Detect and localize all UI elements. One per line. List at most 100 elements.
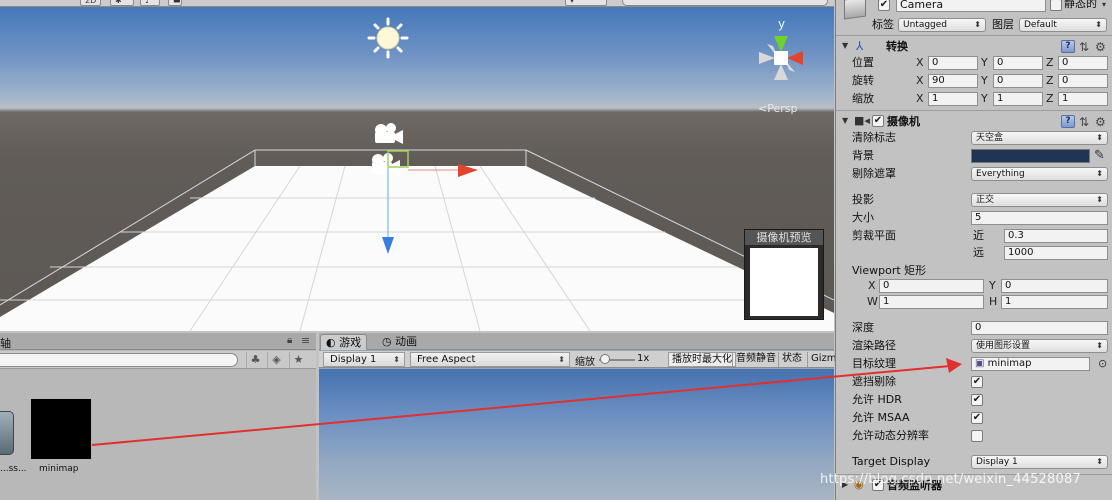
projection-dropdown[interactable]: 正交 ⬍ <box>971 193 1108 207</box>
target-texture-field[interactable]: ▣ minimap <box>971 357 1090 371</box>
viewport-w-field[interactable]: 1 <box>879 295 984 309</box>
animation-clock-icon: ◷ <box>382 335 396 348</box>
mute-audio-button[interactable]: 音频静音 <box>732 352 779 367</box>
scale-slider-thumb[interactable] <box>600 354 610 364</box>
orientation-gizmo[interactable]: y <box>759 17 803 80</box>
far-clip-field[interactable]: 1000 <box>1004 246 1108 260</box>
object-header: ✔ Camera 静态的 ▾ <box>836 0 1112 20</box>
gear-icon[interactable]: ⚙ <box>1095 116 1106 128</box>
axis-x-label[interactable]: X <box>916 56 924 70</box>
scale-z-field[interactable]: 1 <box>1058 92 1108 106</box>
scale-y-field[interactable]: 1 <box>993 92 1043 106</box>
layer-dropdown[interactable]: Default ⬍ <box>1019 18 1107 32</box>
axis-z-label[interactable]: Z <box>1046 74 1054 88</box>
viewport-y-label[interactable]: Y <box>989 279 996 293</box>
camera-preview-panel: 摄像机预览 <box>744 229 824 320</box>
static-checkbox[interactable] <box>1050 0 1062 11</box>
tab-game[interactable]: ◐ 游戏 <box>320 334 368 350</box>
lock-icon[interactable]: 🔒︎ <box>287 335 292 346</box>
axis-x-label[interactable]: X <box>916 74 924 88</box>
search-by-type-icon[interactable]: ♣ <box>246 352 264 368</box>
tab-animation[interactable]: ◷ 动画 <box>377 334 422 350</box>
rotation-z-field[interactable]: 0 <box>1058 74 1108 88</box>
project-tab-label[interactable]: 轴 <box>0 335 11 351</box>
asset-thumbnail[interactable] <box>0 411 14 455</box>
tag-label: 标签 <box>872 18 894 31</box>
position-x-field[interactable]: 0 <box>928 56 978 70</box>
project-search-input[interactable] <box>0 353 238 367</box>
culling-mask-label: 剔除遮罩 <box>852 167 896 180</box>
display-dropdown[interactable]: Display 1 ⬍ <box>323 352 405 367</box>
axis-z-label[interactable]: Z <box>1046 56 1054 70</box>
depth-field[interactable]: 0 <box>971 321 1108 335</box>
search-by-label-icon[interactable]: ◈ <box>267 352 285 368</box>
tag-dropdown[interactable]: Untagged ⬍ <box>898 18 986 32</box>
dynamic-resolution-checkbox[interactable] <box>971 430 983 442</box>
active-checkbox[interactable]: ✔ <box>878 0 890 11</box>
axis-y-label[interactable]: Y <box>981 56 988 70</box>
gear-icon[interactable]: ⚙ <box>1095 41 1106 53</box>
minimap-camera-icon[interactable] <box>372 153 400 176</box>
help-book-icon[interactable]: ? <box>1061 115 1075 128</box>
position-y-field[interactable]: 0 <box>993 56 1043 70</box>
viewport-y-field[interactable]: 0 <box>1001 279 1108 293</box>
favorite-star-icon[interactable]: ★ <box>289 352 307 368</box>
directional-light-icon[interactable] <box>367 17 409 59</box>
size-field[interactable]: 5 <box>971 211 1108 225</box>
stats-button[interactable]: 状态 <box>778 352 805 367</box>
clear-flags-dropdown[interactable]: 天空盒 ⬍ <box>971 131 1108 145</box>
aspect-dropdown[interactable]: Free Aspect ⬍ <box>410 352 570 367</box>
collapse-triangle-icon[interactable]: ▼ <box>842 41 848 50</box>
viewport-x-label[interactable]: X <box>868 279 876 293</box>
scene-view[interactable]: 2D ✱ ♪ ▬ ▾ y <Persp 摄像机预览 <box>0 0 834 331</box>
clipping-far-row: 远 1000 <box>836 245 1112 263</box>
help-book-icon[interactable]: ? <box>1061 40 1075 53</box>
size-row: 大小 5 <box>836 210 1112 228</box>
collapse-triangle-icon[interactable]: ▼ <box>842 116 848 125</box>
maximize-on-play-button[interactable]: 播放时最大化 <box>668 352 736 367</box>
camera-title: 摄像机 <box>887 115 920 128</box>
panel-menu-icon[interactable]: ≡ <box>301 334 310 347</box>
allow-hdr-checkbox[interactable]: ✔ <box>971 394 983 406</box>
preset-icon[interactable]: ⇅ <box>1079 41 1089 53</box>
viewport-h-field[interactable]: 1 <box>1001 295 1108 309</box>
transform-header[interactable]: ▼ ⅄ 转换 ? ⇅ ⚙ <box>836 38 1112 56</box>
object-name-field[interactable]: Camera <box>896 0 1046 12</box>
scale-x-field[interactable]: 1 <box>928 92 978 106</box>
preset-icon[interactable]: ⇅ <box>1079 116 1089 128</box>
object-picker-icon[interactable]: ⊙ <box>1098 357 1107 370</box>
axis-x-label[interactable]: X <box>916 92 924 106</box>
scene-canvas: y <box>0 17 834 331</box>
game-controller-icon: ◐ <box>326 336 340 349</box>
position-z-field[interactable]: 0 <box>1058 56 1108 70</box>
near-clip-field[interactable]: 0.3 <box>1004 229 1108 243</box>
ground-plane <box>0 166 834 331</box>
main-camera-icon[interactable] <box>375 123 403 144</box>
rotation-y-field[interactable]: 0 <box>993 74 1043 88</box>
rotation-x-field[interactable]: 90 <box>928 74 978 88</box>
static-dropdown-arrow-icon[interactable]: ▾ <box>1102 0 1106 9</box>
persp-label[interactable]: <Persp <box>758 102 797 115</box>
rendering-path-dropdown[interactable]: 使用图形设置 ⬍ <box>971 339 1108 353</box>
viewport-w-label[interactable]: W <box>867 295 878 309</box>
camera-preview-title: 摄像机预览 <box>745 230 823 245</box>
camera-enabled-checkbox[interactable]: ✔ <box>872 115 884 127</box>
axis-y-label[interactable]: Y <box>981 92 988 106</box>
culling-mask-dropdown[interactable]: Everything ⬍ <box>971 167 1108 181</box>
background-color-swatch[interactable] <box>971 149 1090 163</box>
game-view[interactable] <box>319 369 834 500</box>
rotation-label: 旋转 <box>852 74 874 87</box>
axis-z-label[interactable]: Z <box>1046 92 1054 106</box>
layer-label: 图层 <box>992 18 1014 31</box>
scale-row: 缩放 X 1 Y 1 Z 1 <box>836 91 1112 109</box>
viewport-h-label[interactable]: H <box>989 295 997 309</box>
occlusion-culling-checkbox[interactable]: ✔ <box>971 376 983 388</box>
viewport-x-field[interactable]: 0 <box>879 279 984 293</box>
axis-y-label[interactable]: Y <box>981 74 988 88</box>
eyedropper-icon[interactable]: ✎ <box>1094 148 1105 163</box>
target-display-dropdown[interactable]: Display 1 ⬍ <box>971 455 1108 469</box>
camera-component-header[interactable]: ▼ ■◂ ✔ 摄像机 ? ⇅ ⚙ <box>836 113 1112 131</box>
minimap-render-texture-thumbnail[interactable] <box>31 399 91 459</box>
allow-msaa-checkbox[interactable]: ✔ <box>971 412 983 424</box>
occlusion-culling-row: 遮挡剔除 ✔ <box>836 374 1112 392</box>
